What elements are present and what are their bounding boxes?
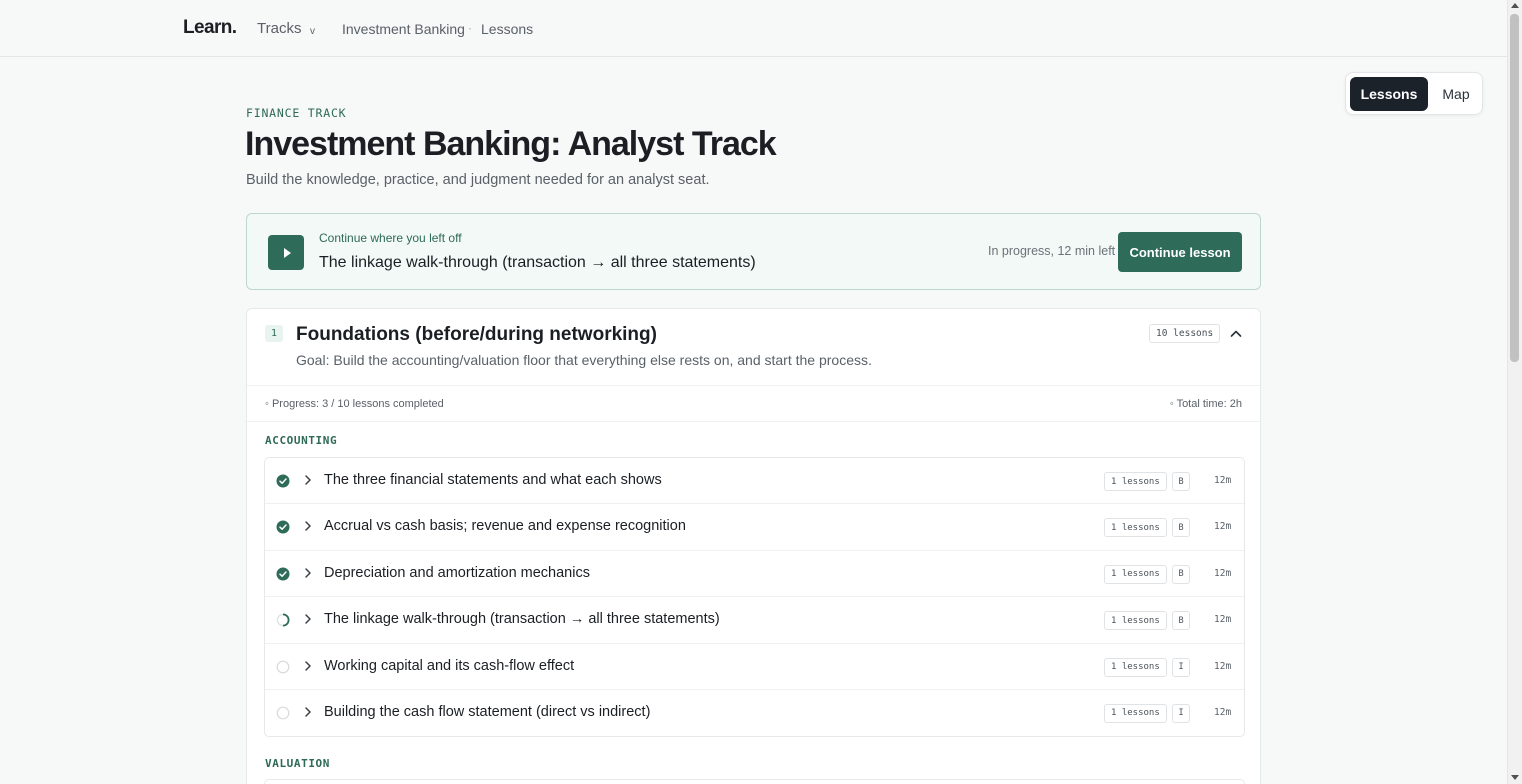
lesson-list: The three financial statements and what … [264, 457, 1245, 738]
lesson-row[interactable]: Building the cash flow statement (direct… [265, 690, 1244, 736]
chevron-down-icon[interactable]: v [310, 26, 315, 37]
chevron-right-icon[interactable] [303, 519, 313, 533]
lesson-list-valuation [264, 779, 1245, 784]
lesson-level-badge: B [1172, 518, 1190, 538]
page-subtitle: Build the knowledge, practice, and judgm… [246, 172, 710, 188]
tracks-menu[interactable]: Tracks [257, 20, 301, 37]
top-nav: Learn. Tracks v Investment Banking · Les… [0, 0, 1507, 57]
lesson-row[interactable]: Depreciation and amortization mechanics 1… [265, 551, 1244, 598]
lesson-duration: 12m [1214, 706, 1232, 718]
continue-card: Continue where you left off The linkage … [246, 213, 1261, 290]
section-number: 1 [265, 325, 283, 342]
continue-status: In progress, 12 min left [988, 244, 1116, 258]
section-title[interactable]: Foundations (before/during networking) [296, 324, 657, 346]
empty-circle-icon[interactable] [276, 706, 290, 720]
group-label-valuation: VALUATION [265, 757, 331, 770]
lesson-level-badge: B [1172, 564, 1190, 584]
lesson-count-badge: 1 lessons [1104, 657, 1167, 677]
scroll-down-icon[interactable] [1511, 775, 1519, 780]
lesson-title[interactable]: Depreciation and amortization mechanics [324, 565, 590, 581]
lesson-count-badge: 1 lessons [1104, 703, 1167, 723]
page-title: Investment Banking: Analyst Track [245, 125, 777, 163]
lesson-level-badge: B [1172, 611, 1190, 631]
lesson-duration: 12m [1214, 521, 1232, 533]
play-button[interactable] [268, 235, 304, 270]
section-progress: ◦ Progress: 3 / 10 lessons completed [265, 398, 444, 410]
chevron-right-icon[interactable] [303, 659, 313, 673]
lesson-row[interactable]: The linkage walk-through (transaction → … [265, 597, 1244, 644]
check-circle-icon[interactable] [276, 567, 290, 581]
partial-circle-icon[interactable] [276, 613, 290, 627]
continue-lesson-button[interactable]: Continue lesson [1118, 232, 1242, 272]
breadcrumb-lessons[interactable]: Lessons [481, 21, 533, 37]
lesson-title[interactable]: The linkage walk-through (transaction → … [324, 611, 720, 627]
logo[interactable]: Learn. [183, 17, 237, 39]
lesson-count-badge: 1 lessons [1104, 611, 1167, 631]
scroll-thumb[interactable] [1510, 14, 1519, 362]
lesson-title[interactable]: Accrual vs cash basis; revenue and expen… [324, 518, 686, 534]
lesson-title[interactable]: The three financial statements and what … [324, 472, 662, 488]
lesson-duration: 12m [1214, 567, 1232, 579]
group-label-accounting: ACCOUNTING [265, 434, 338, 447]
lesson-count-badge: 1 lessons [1104, 564, 1167, 584]
chevron-right-icon[interactable] [303, 566, 313, 580]
lesson-row[interactable]: Accrual vs cash basis; revenue and expen… [265, 504, 1244, 551]
lesson-level-badge: I [1172, 657, 1190, 677]
view-toggle: Lessons Map [1345, 72, 1483, 115]
toggle-lessons-button[interactable]: Lessons [1350, 77, 1428, 111]
chevron-right-icon[interactable] [303, 612, 313, 626]
play-icon [284, 247, 291, 258]
section-total-time: ◦ Total time: 2h [1169, 398, 1242, 410]
continue-lesson-title[interactable]: The linkage walk-through (transaction → … [319, 254, 756, 272]
lesson-level-badge: B [1172, 472, 1190, 491]
chevron-right-icon[interactable] [303, 705, 313, 719]
lesson-row[interactable]: The three financial statements and what … [265, 458, 1244, 505]
section-goal: Goal: Build the accounting/valuation flo… [296, 352, 872, 368]
lesson-duration: 12m [1214, 660, 1232, 672]
check-circle-icon[interactable] [276, 474, 290, 488]
lesson-count-badge: 1 lessons [1104, 518, 1167, 538]
lesson-title[interactable]: Building the cash flow statement (direct… [324, 704, 650, 720]
continue-label: Continue where you left off [319, 231, 462, 245]
lesson-duration: 12m [1214, 614, 1232, 626]
scrollbar[interactable] [1507, 0, 1522, 784]
lesson-duration: 12m [1214, 475, 1232, 486]
lesson-row[interactable]: Working capital and its cash-flow effect… [265, 644, 1244, 690]
track-eyebrow: FINANCE TRACK [246, 106, 347, 120]
section-lesson-count: 10 lessons [1149, 324, 1221, 343]
breadcrumb-investment-banking[interactable]: Investment Banking [342, 21, 465, 37]
divider [247, 421, 1260, 422]
chevron-right-icon[interactable] [303, 473, 313, 487]
breadcrumb-separator: · [468, 21, 472, 35]
section-card: 1 Foundations (before/during networking)… [246, 308, 1261, 784]
lesson-level-badge: I [1172, 703, 1190, 723]
check-circle-icon[interactable] [276, 520, 290, 534]
scroll-up-icon[interactable] [1511, 3, 1519, 8]
toggle-map-button[interactable]: Map [1432, 77, 1480, 111]
lesson-count-badge: 1 lessons [1104, 472, 1167, 491]
divider [247, 385, 1260, 386]
empty-circle-icon[interactable] [276, 660, 290, 674]
chevron-up-icon[interactable] [1227, 325, 1245, 343]
lesson-title[interactable]: Working capital and its cash-flow effect [324, 658, 574, 674]
